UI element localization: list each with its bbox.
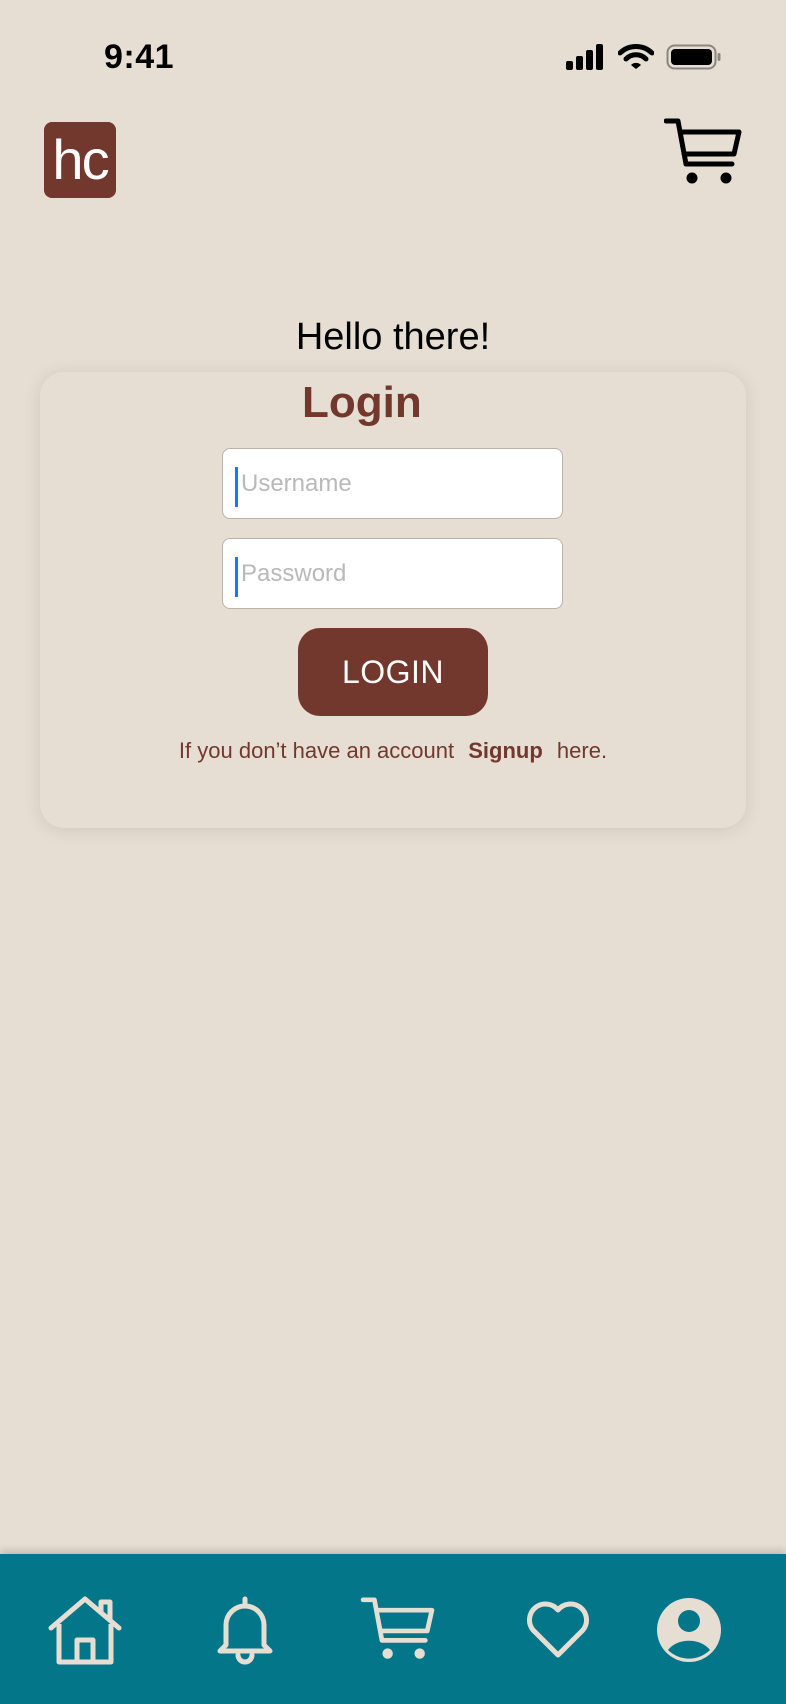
password-input[interactable] xyxy=(241,539,551,608)
shopping-cart-icon xyxy=(360,1597,435,1659)
app-logo[interactable]: hc xyxy=(44,122,116,198)
login-title: Login xyxy=(302,378,422,427)
nav-notifications[interactable] xyxy=(205,1590,285,1670)
wifi-icon xyxy=(618,44,654,69)
heart-icon xyxy=(527,1601,589,1658)
username-field[interactable] xyxy=(222,448,563,519)
bottom-nav xyxy=(0,1554,786,1704)
nav-home[interactable] xyxy=(45,1590,125,1670)
signup-prompt: If you don’t have an account Signup here… xyxy=(0,738,786,764)
text-caret xyxy=(235,467,238,507)
status-time: 9:41 xyxy=(104,38,175,76)
nav-profile[interactable] xyxy=(649,1590,729,1670)
shopping-cart-icon[interactable] xyxy=(664,118,742,188)
home-icon xyxy=(48,1596,122,1665)
signal-icon xyxy=(566,44,603,70)
login-button[interactable]: LOGIN xyxy=(298,628,488,716)
greeting-heading: Hello there! xyxy=(295,316,491,358)
battery-icon xyxy=(666,44,721,70)
status-icons xyxy=(566,44,722,70)
nav-cart[interactable] xyxy=(358,1590,438,1670)
signup-link[interactable]: Signup xyxy=(468,738,543,763)
text-caret xyxy=(235,557,238,597)
username-input[interactable] xyxy=(241,449,551,518)
bell-icon xyxy=(217,1596,273,1665)
nav-favorites[interactable] xyxy=(518,1590,598,1670)
signup-prefix-text: If you don’t have an account xyxy=(178,738,455,763)
user-icon xyxy=(657,1598,721,1662)
signup-suffix-text: here. xyxy=(556,738,608,763)
password-field[interactable] xyxy=(222,538,563,609)
login-screen: 9:41 hc Hello there! Login Username LOGI… xyxy=(0,0,786,1704)
